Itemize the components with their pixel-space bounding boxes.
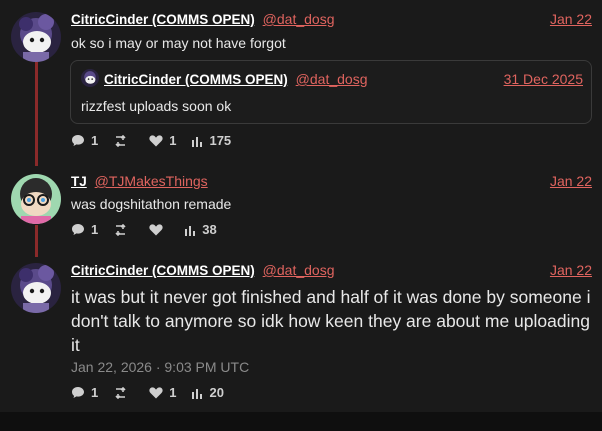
reply-count: 1 — [91, 385, 99, 400]
post-actions: 1 38 — [71, 222, 232, 237]
views-count: 38 — [202, 222, 217, 237]
display-name[interactable]: CitricCinder (COMMS OPEN) — [71, 12, 255, 27]
user-handle[interactable]: @TJMakesThings — [95, 173, 208, 189]
like-button[interactable]: 1 — [149, 385, 176, 400]
retweet-icon — [115, 386, 126, 399]
avatar[interactable] — [11, 174, 61, 224]
views-stat[interactable]: 175 — [191, 133, 231, 148]
views-count: 175 — [209, 133, 232, 148]
retweet-button[interactable] — [113, 386, 134, 399]
avatar — [81, 69, 99, 87]
post-date[interactable]: Jan 22 — [550, 173, 592, 189]
avatar[interactable] — [11, 12, 61, 62]
post-date[interactable]: Jan 22 — [550, 262, 592, 278]
post-header: CitricCinder (COMMS OPEN) @dat_dosg Jan … — [71, 11, 592, 31]
quoted-post[interactable]: CitricCinder (COMMS OPEN) @dat_dosg 31 D… — [70, 60, 592, 124]
post-text: it was but it never got finished and hal… — [71, 287, 591, 355]
reply-button[interactable]: 1 — [71, 222, 98, 237]
views-icon — [185, 225, 196, 236]
views-icon — [192, 136, 203, 147]
views-icon — [192, 388, 203, 399]
like-count: 1 — [169, 385, 177, 400]
bottom-bar — [0, 412, 602, 431]
post-2[interactable]: TJ @TJMakesThings Jan 22 was dogshitatho… — [0, 165, 602, 245]
like-button[interactable] — [149, 223, 169, 236]
post-date[interactable]: Jan 22 — [550, 11, 592, 27]
reply-count: 1 — [91, 222, 99, 237]
user-handle[interactable]: @dat_dosg — [296, 71, 368, 87]
avatar[interactable] — [11, 263, 61, 313]
post-actions: 1 1 20 — [71, 385, 239, 400]
reply-button[interactable]: 1 — [71, 133, 98, 148]
retweet-button[interactable] — [113, 134, 134, 147]
heart-icon — [149, 223, 163, 235]
post-text: ok so i may or may not have forgot — [71, 35, 286, 51]
reply-icon — [72, 224, 84, 235]
reply-button[interactable]: 1 — [71, 385, 98, 400]
post-text: was dogshitathon remade — [71, 196, 232, 212]
post-header: TJ @TJMakesThings Jan 22 — [71, 173, 592, 193]
views-stat[interactable]: 38 — [184, 222, 217, 237]
retweet-icon — [115, 223, 126, 236]
heart-icon — [149, 386, 163, 398]
post-timestamp[interactable]: Jan 22, 2026 · 9:03 PM UTC — [71, 359, 249, 375]
views-stat[interactable]: 20 — [191, 385, 224, 400]
like-button[interactable]: 1 — [149, 133, 176, 148]
quote-header: CitricCinder (COMMS OPEN) @dat_dosg 31 D… — [104, 71, 583, 87]
user-handle[interactable]: @dat_dosg — [263, 262, 335, 278]
like-count: 1 — [169, 133, 177, 148]
reply-icon — [72, 135, 84, 146]
views-count: 20 — [209, 385, 224, 400]
heart-icon — [149, 134, 163, 146]
retweet-icon — [115, 134, 126, 147]
post-3[interactable]: CitricCinder (COMMS OPEN) @dat_dosg Jan … — [0, 255, 602, 412]
quote-text: rizzfest uploads soon ok — [81, 98, 232, 114]
retweet-button[interactable] — [113, 223, 134, 236]
display-name[interactable]: CitricCinder (COMMS OPEN) — [104, 72, 288, 87]
user-handle[interactable]: @dat_dosg — [263, 11, 335, 27]
reply-count: 1 — [91, 133, 99, 148]
reply-icon — [72, 387, 84, 398]
display-name[interactable]: TJ — [71, 174, 87, 189]
post-header: CitricCinder (COMMS OPEN) @dat_dosg Jan … — [71, 262, 592, 282]
post-actions: 1 1 175 — [71, 133, 246, 148]
display-name[interactable]: CitricCinder (COMMS OPEN) — [71, 263, 255, 278]
post-1[interactable]: CitricCinder (COMMS OPEN) @dat_dosg Jan … — [0, 0, 602, 160]
post-date[interactable]: 31 Dec 2025 — [504, 71, 583, 87]
